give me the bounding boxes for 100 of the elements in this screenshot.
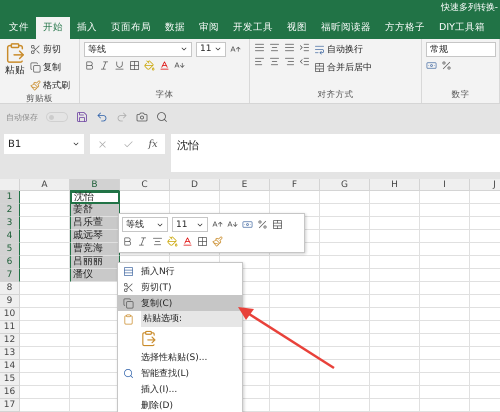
- merge-icon[interactable]: [272, 219, 283, 230]
- row-header[interactable]: 11: [0, 321, 20, 334]
- underline-icon[interactable]: [114, 60, 125, 71]
- rows-icon[interactable]: [123, 266, 134, 276]
- wrap-text-icon[interactable]: [314, 44, 325, 55]
- column-header[interactable]: D: [170, 179, 220, 191]
- row-header[interactable]: 13: [0, 347, 20, 360]
- font-size-select[interactable]: 11: [196, 42, 226, 57]
- brush-icon[interactable]: [212, 236, 223, 247]
- search-icon[interactable]: [123, 368, 134, 378]
- ribbon-tab[interactable]: 开发工具: [226, 16, 280, 39]
- clipboard-icon[interactable]: [123, 314, 134, 324]
- column-header[interactable]: E: [220, 179, 270, 191]
- row-header[interactable]: 5: [0, 243, 20, 256]
- ribbon-tab[interactable]: DIY工具箱: [432, 16, 492, 39]
- number-format-select[interactable]: 常规: [426, 42, 496, 57]
- menu-item[interactable]: 插入(I)...: [118, 381, 242, 397]
- currency-icon[interactable]: [242, 219, 253, 230]
- undo-icon[interactable]: [96, 111, 108, 124]
- ribbon-tab[interactable]: 方方格子: [378, 16, 432, 39]
- italic-icon[interactable]: [137, 236, 148, 247]
- row-header[interactable]: 1: [0, 191, 20, 204]
- menu-item[interactable]: 删除(D): [118, 397, 242, 412]
- paste-button[interactable]: 粘贴: [4, 42, 26, 93]
- ribbon-tab[interactable]: 数据: [158, 16, 192, 39]
- fill-color-icon[interactable]: [144, 60, 155, 71]
- border-icon[interactable]: [197, 236, 208, 247]
- paste-icon[interactable]: [140, 330, 157, 346]
- column-header[interactable]: I: [420, 179, 470, 191]
- row-header[interactable]: 10: [0, 308, 20, 321]
- column-header[interactable]: H: [370, 179, 420, 191]
- wrap-text-button[interactable]: 自动换行: [314, 42, 372, 57]
- menu-item[interactable]: 插入N行: [118, 263, 242, 279]
- row-header[interactable]: 17: [0, 399, 20, 412]
- ribbon-tab[interactable]: 开始: [36, 16, 70, 39]
- align-center-icon[interactable]: [269, 56, 280, 67]
- column-header[interactable]: C: [120, 179, 170, 191]
- font-name-select[interactable]: 等线: [122, 217, 168, 232]
- formula-input[interactable]: 沈怡: [171, 134, 500, 172]
- ribbon-tab[interactable]: 审阅: [192, 16, 226, 39]
- menu-item[interactable]: 智能查找(L): [118, 365, 242, 381]
- save-icon[interactable]: [76, 111, 88, 124]
- ribbon-tab[interactable]: 视图: [280, 16, 314, 39]
- indent-decrease-icon[interactable]: [299, 56, 310, 67]
- copy-icon[interactable]: [123, 298, 134, 308]
- font-size-select[interactable]: 11: [172, 217, 208, 232]
- cut-button[interactable]: 剪切: [30, 42, 70, 57]
- menu-item[interactable]: 选择性粘贴(S)...: [118, 349, 242, 365]
- middle-align-icon[interactable]: [269, 42, 280, 53]
- cut-icon[interactable]: [30, 44, 41, 55]
- align-right-icon[interactable]: [284, 56, 295, 67]
- fill-color-icon[interactable]: [167, 236, 178, 247]
- column-header[interactable]: G: [320, 179, 370, 191]
- brush-icon[interactable]: [30, 80, 41, 91]
- top-align-icon[interactable]: [254, 42, 265, 53]
- currency-icon[interactable]: [426, 60, 437, 71]
- align-left-icon[interactable]: [254, 56, 265, 67]
- column-header[interactable]: B: [70, 179, 120, 191]
- insert-function-label[interactable]: fx: [148, 138, 158, 150]
- font-name-select[interactable]: 等线: [84, 42, 192, 57]
- bold-icon[interactable]: [84, 60, 95, 71]
- format-painter-button[interactable]: 格式刷: [30, 78, 70, 93]
- font-color-icon[interactable]: [159, 60, 170, 71]
- row-header[interactable]: 7: [0, 269, 20, 282]
- row-header[interactable]: 2: [0, 204, 20, 217]
- align-center-icon[interactable]: [152, 236, 163, 247]
- ribbon-tab[interactable]: 文件: [2, 16, 36, 39]
- column-header[interactable]: J: [470, 179, 500, 191]
- italic-icon[interactable]: [99, 60, 110, 71]
- row-header[interactable]: 16: [0, 386, 20, 399]
- row-header[interactable]: 15: [0, 373, 20, 386]
- ribbon-tab[interactable]: 插入: [70, 16, 104, 39]
- menu-item[interactable]: 剪切(T): [118, 279, 242, 295]
- camera-icon[interactable]: [136, 111, 148, 124]
- font-color-icon[interactable]: [182, 236, 193, 247]
- row-header[interactable]: 3: [0, 217, 20, 230]
- percent-icon[interactable]: [441, 60, 452, 71]
- cut-icon[interactable]: [123, 282, 134, 292]
- autosave-toggle[interactable]: [46, 112, 68, 122]
- row-header[interactable]: 8: [0, 282, 20, 295]
- percent-icon[interactable]: [257, 219, 268, 230]
- copy-icon[interactable]: [30, 62, 41, 73]
- name-box[interactable]: B1: [4, 134, 84, 154]
- ribbon-tab[interactable]: 页面布局: [104, 16, 158, 39]
- column-header[interactable]: F: [270, 179, 320, 191]
- search-icon[interactable]: [156, 111, 168, 124]
- column-header[interactable]: A: [20, 179, 70, 191]
- row-header[interactable]: 6: [0, 256, 20, 269]
- bold-icon[interactable]: [122, 236, 133, 247]
- merge-center-button[interactable]: 合并后居中: [314, 60, 372, 75]
- ribbon-tab[interactable]: 福昕阅读器: [314, 16, 378, 39]
- row-header[interactable]: 14: [0, 360, 20, 373]
- merge-icon[interactable]: [314, 62, 325, 73]
- bottom-align-icon[interactable]: [284, 42, 295, 53]
- row-header[interactable]: 9: [0, 295, 20, 308]
- border-icon[interactable]: [129, 60, 140, 71]
- row-header[interactable]: 4: [0, 230, 20, 243]
- copy-button[interactable]: 复制: [30, 60, 70, 75]
- row-header[interactable]: 12: [0, 334, 20, 347]
- menu-item[interactable]: 复制(C): [118, 295, 242, 311]
